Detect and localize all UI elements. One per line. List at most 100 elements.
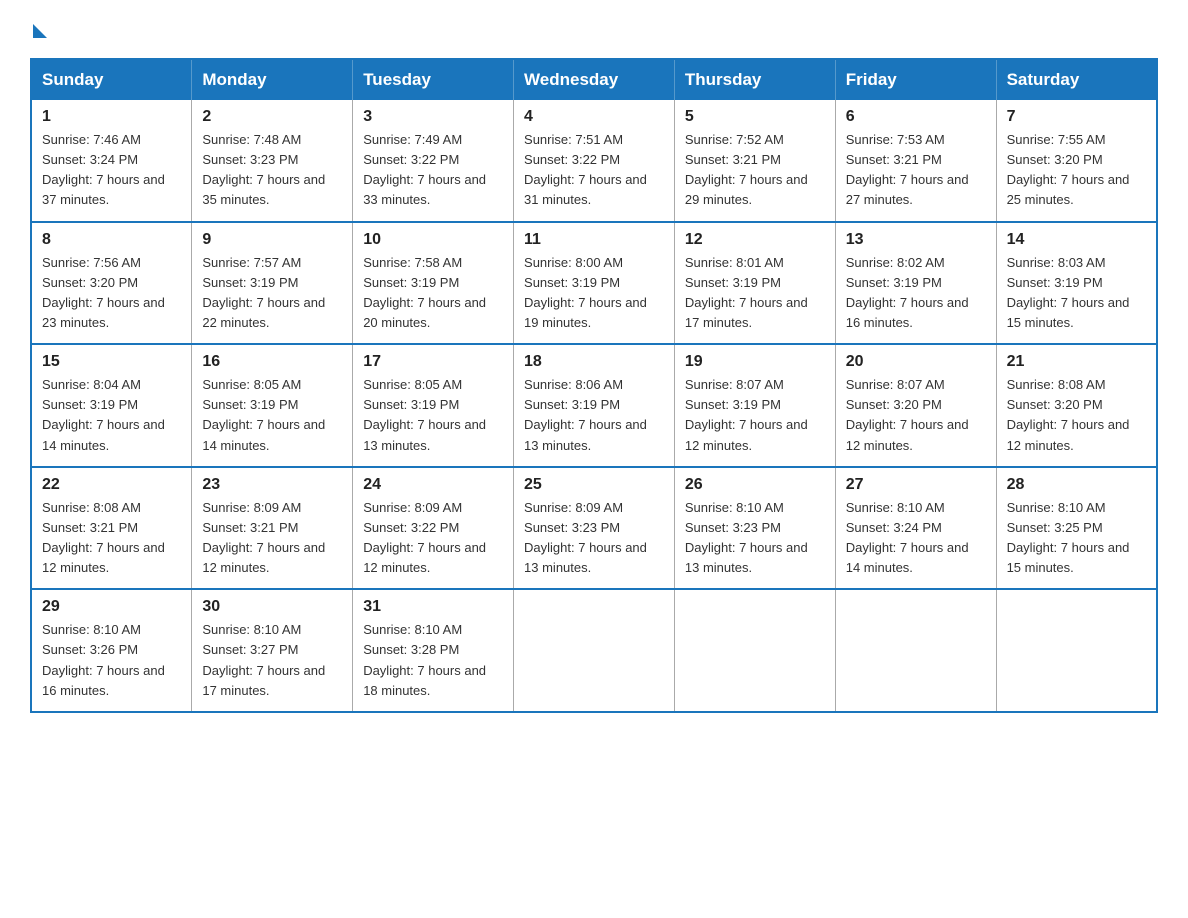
day-info: Sunrise: 7:55 AM Sunset: 3:20 PM Dayligh… [1007, 130, 1146, 211]
day-info: Sunrise: 8:06 AM Sunset: 3:19 PM Dayligh… [524, 375, 664, 456]
day-number: 19 [685, 353, 825, 371]
calendar-cell: 21 Sunrise: 8:08 AM Sunset: 3:20 PM Dayl… [996, 344, 1157, 467]
calendar-cell: 18 Sunrise: 8:06 AM Sunset: 3:19 PM Dayl… [514, 344, 675, 467]
day-info: Sunrise: 8:10 AM Sunset: 3:27 PM Dayligh… [202, 620, 342, 701]
weekday-header-thursday: Thursday [674, 59, 835, 100]
day-info: Sunrise: 7:53 AM Sunset: 3:21 PM Dayligh… [846, 130, 986, 211]
day-info: Sunrise: 8:02 AM Sunset: 3:19 PM Dayligh… [846, 253, 986, 334]
day-info: Sunrise: 8:10 AM Sunset: 3:24 PM Dayligh… [846, 498, 986, 579]
calendar-cell: 8 Sunrise: 7:56 AM Sunset: 3:20 PM Dayli… [31, 222, 192, 345]
day-number: 7 [1007, 108, 1146, 126]
day-number: 23 [202, 476, 342, 494]
day-info: Sunrise: 7:58 AM Sunset: 3:19 PM Dayligh… [363, 253, 503, 334]
day-number: 16 [202, 353, 342, 371]
day-info: Sunrise: 7:51 AM Sunset: 3:22 PM Dayligh… [524, 130, 664, 211]
calendar-cell [674, 589, 835, 712]
day-info: Sunrise: 7:56 AM Sunset: 3:20 PM Dayligh… [42, 253, 181, 334]
calendar-cell: 14 Sunrise: 8:03 AM Sunset: 3:19 PM Dayl… [996, 222, 1157, 345]
calendar-cell: 27 Sunrise: 8:10 AM Sunset: 3:24 PM Dayl… [835, 467, 996, 590]
day-info: Sunrise: 8:07 AM Sunset: 3:19 PM Dayligh… [685, 375, 825, 456]
day-number: 20 [846, 353, 986, 371]
day-number: 12 [685, 231, 825, 249]
calendar-cell: 4 Sunrise: 7:51 AM Sunset: 3:22 PM Dayli… [514, 100, 675, 222]
calendar-header-row: SundayMondayTuesdayWednesdayThursdayFrid… [31, 59, 1157, 100]
calendar-week-row: 8 Sunrise: 7:56 AM Sunset: 3:20 PM Dayli… [31, 222, 1157, 345]
day-info: Sunrise: 8:09 AM Sunset: 3:22 PM Dayligh… [363, 498, 503, 579]
day-number: 11 [524, 231, 664, 249]
weekday-header-saturday: Saturday [996, 59, 1157, 100]
day-number: 30 [202, 598, 342, 616]
weekday-header-monday: Monday [192, 59, 353, 100]
day-info: Sunrise: 8:10 AM Sunset: 3:26 PM Dayligh… [42, 620, 181, 701]
calendar-cell: 5 Sunrise: 7:52 AM Sunset: 3:21 PM Dayli… [674, 100, 835, 222]
day-info: Sunrise: 7:48 AM Sunset: 3:23 PM Dayligh… [202, 130, 342, 211]
calendar-cell: 1 Sunrise: 7:46 AM Sunset: 3:24 PM Dayli… [31, 100, 192, 222]
calendar-cell: 13 Sunrise: 8:02 AM Sunset: 3:19 PM Dayl… [835, 222, 996, 345]
day-number: 22 [42, 476, 181, 494]
calendar-cell: 16 Sunrise: 8:05 AM Sunset: 3:19 PM Dayl… [192, 344, 353, 467]
calendar-cell: 30 Sunrise: 8:10 AM Sunset: 3:27 PM Dayl… [192, 589, 353, 712]
day-number: 5 [685, 108, 825, 126]
day-number: 18 [524, 353, 664, 371]
calendar-cell: 28 Sunrise: 8:10 AM Sunset: 3:25 PM Dayl… [996, 467, 1157, 590]
day-info: Sunrise: 7:49 AM Sunset: 3:22 PM Dayligh… [363, 130, 503, 211]
day-info: Sunrise: 7:57 AM Sunset: 3:19 PM Dayligh… [202, 253, 342, 334]
day-info: Sunrise: 8:03 AM Sunset: 3:19 PM Dayligh… [1007, 253, 1146, 334]
calendar-cell: 24 Sunrise: 8:09 AM Sunset: 3:22 PM Dayl… [353, 467, 514, 590]
calendar-cell: 22 Sunrise: 8:08 AM Sunset: 3:21 PM Dayl… [31, 467, 192, 590]
day-number: 21 [1007, 353, 1146, 371]
day-number: 31 [363, 598, 503, 616]
calendar-cell: 23 Sunrise: 8:09 AM Sunset: 3:21 PM Dayl… [192, 467, 353, 590]
weekday-header-tuesday: Tuesday [353, 59, 514, 100]
day-info: Sunrise: 8:09 AM Sunset: 3:23 PM Dayligh… [524, 498, 664, 579]
day-info: Sunrise: 8:08 AM Sunset: 3:21 PM Dayligh… [42, 498, 181, 579]
calendar-cell: 20 Sunrise: 8:07 AM Sunset: 3:20 PM Dayl… [835, 344, 996, 467]
day-number: 26 [685, 476, 825, 494]
calendar-cell: 31 Sunrise: 8:10 AM Sunset: 3:28 PM Dayl… [353, 589, 514, 712]
calendar-week-row: 22 Sunrise: 8:08 AM Sunset: 3:21 PM Dayl… [31, 467, 1157, 590]
calendar-week-row: 29 Sunrise: 8:10 AM Sunset: 3:26 PM Dayl… [31, 589, 1157, 712]
calendar-table: SundayMondayTuesdayWednesdayThursdayFrid… [30, 58, 1158, 713]
day-number: 4 [524, 108, 664, 126]
logo-arrow-icon [33, 24, 47, 38]
day-info: Sunrise: 8:04 AM Sunset: 3:19 PM Dayligh… [42, 375, 181, 456]
calendar-cell: 3 Sunrise: 7:49 AM Sunset: 3:22 PM Dayli… [353, 100, 514, 222]
calendar-cell: 26 Sunrise: 8:10 AM Sunset: 3:23 PM Dayl… [674, 467, 835, 590]
day-info: Sunrise: 8:10 AM Sunset: 3:25 PM Dayligh… [1007, 498, 1146, 579]
calendar-cell: 2 Sunrise: 7:48 AM Sunset: 3:23 PM Dayli… [192, 100, 353, 222]
calendar-week-row: 15 Sunrise: 8:04 AM Sunset: 3:19 PM Dayl… [31, 344, 1157, 467]
calendar-cell [514, 589, 675, 712]
day-info: Sunrise: 8:07 AM Sunset: 3:20 PM Dayligh… [846, 375, 986, 456]
calendar-cell: 7 Sunrise: 7:55 AM Sunset: 3:20 PM Dayli… [996, 100, 1157, 222]
day-info: Sunrise: 7:52 AM Sunset: 3:21 PM Dayligh… [685, 130, 825, 211]
day-info: Sunrise: 8:01 AM Sunset: 3:19 PM Dayligh… [685, 253, 825, 334]
day-number: 24 [363, 476, 503, 494]
weekday-header-sunday: Sunday [31, 59, 192, 100]
day-number: 13 [846, 231, 986, 249]
calendar-cell: 9 Sunrise: 7:57 AM Sunset: 3:19 PM Dayli… [192, 222, 353, 345]
calendar-cell: 29 Sunrise: 8:10 AM Sunset: 3:26 PM Dayl… [31, 589, 192, 712]
day-number: 17 [363, 353, 503, 371]
calendar-cell: 11 Sunrise: 8:00 AM Sunset: 3:19 PM Dayl… [514, 222, 675, 345]
day-info: Sunrise: 8:08 AM Sunset: 3:20 PM Dayligh… [1007, 375, 1146, 456]
day-number: 6 [846, 108, 986, 126]
day-info: Sunrise: 8:00 AM Sunset: 3:19 PM Dayligh… [524, 253, 664, 334]
day-info: Sunrise: 7:46 AM Sunset: 3:24 PM Dayligh… [42, 130, 181, 211]
calendar-cell: 17 Sunrise: 8:05 AM Sunset: 3:19 PM Dayl… [353, 344, 514, 467]
calendar-cell: 15 Sunrise: 8:04 AM Sunset: 3:19 PM Dayl… [31, 344, 192, 467]
day-number: 29 [42, 598, 181, 616]
day-number: 14 [1007, 231, 1146, 249]
logo [30, 20, 51, 38]
calendar-cell: 19 Sunrise: 8:07 AM Sunset: 3:19 PM Dayl… [674, 344, 835, 467]
weekday-header-friday: Friday [835, 59, 996, 100]
weekday-header-wednesday: Wednesday [514, 59, 675, 100]
day-number: 15 [42, 353, 181, 371]
day-number: 2 [202, 108, 342, 126]
day-number: 25 [524, 476, 664, 494]
day-number: 27 [846, 476, 986, 494]
day-info: Sunrise: 8:05 AM Sunset: 3:19 PM Dayligh… [202, 375, 342, 456]
day-info: Sunrise: 8:09 AM Sunset: 3:21 PM Dayligh… [202, 498, 342, 579]
calendar-cell: 10 Sunrise: 7:58 AM Sunset: 3:19 PM Dayl… [353, 222, 514, 345]
calendar-cell: 12 Sunrise: 8:01 AM Sunset: 3:19 PM Dayl… [674, 222, 835, 345]
day-number: 10 [363, 231, 503, 249]
